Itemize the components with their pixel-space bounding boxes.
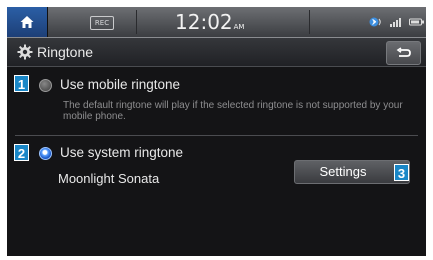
home-icon — [20, 16, 34, 28]
clock-ampm: AM — [233, 23, 245, 31]
status-bar: REC 12:02AM — [7, 7, 426, 38]
screen-header: Ringtone — [7, 38, 426, 67]
status-divider — [136, 10, 137, 34]
screen-root: REC 12:02AM Ringtone 1 Use mobile ringto… — [0, 0, 433, 260]
option-label: Use system ringtone — [60, 145, 184, 160]
callout-marker-3: 3 — [394, 164, 409, 181]
battery-icon — [409, 18, 424, 26]
back-arrow-icon — [396, 47, 411, 57]
signal-strength-icon — [390, 18, 401, 27]
rec-indicator: REC — [90, 16, 114, 30]
settings-button[interactable]: Settings 3 — [294, 160, 410, 184]
option-description: The default ringtone will play if the se… — [63, 100, 403, 122]
clock-time: 12:02 — [175, 10, 233, 34]
status-divider — [309, 10, 310, 34]
home-button[interactable] — [7, 7, 48, 37]
current-ringtone-name: Moonlight Sonata — [58, 171, 160, 186]
clock: 12:02AM — [175, 9, 244, 40]
option-use-mobile-ringtone[interactable]: Use mobile ringtone — [7, 73, 426, 97]
option-label: Use mobile ringtone — [60, 77, 181, 92]
radio-system-ringtone[interactable] — [39, 147, 52, 160]
status-icons — [369, 16, 425, 28]
page-title: Ringtone — [37, 44, 94, 60]
bluetooth-audio-icon — [369, 17, 381, 27]
back-button[interactable] — [386, 41, 421, 65]
display-frame: REC 12:02AM Ringtone 1 Use mobile ringto… — [7, 7, 426, 256]
list-divider — [15, 135, 418, 136]
gear-icon — [17, 44, 33, 60]
radio-mobile-ringtone[interactable] — [39, 79, 52, 92]
settings-button-label: Settings — [319, 164, 367, 179]
